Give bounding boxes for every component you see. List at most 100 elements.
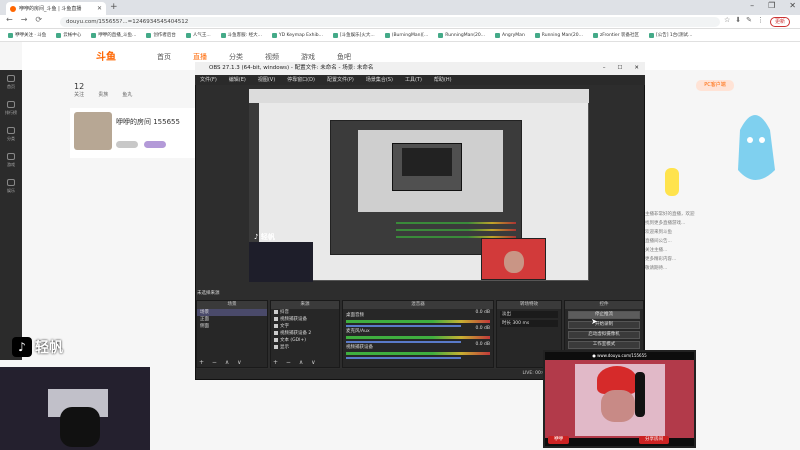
sidebar-item-fun[interactable]: 娱乐 <box>0 174 22 200</box>
new-tab-button[interactable]: + <box>110 2 118 12</box>
rank-icon <box>7 101 15 108</box>
nav-yuba[interactable]: 鱼吧 <box>337 52 351 62</box>
bookmark-item[interactable]: 斗鱼客服: 经大... <box>220 32 262 38</box>
pc-client-button[interactable]: PC客户端 <box>696 80 734 91</box>
bookmark-icon <box>146 32 152 38</box>
scenes-panel: 场景 场景 正面 侧面 + − ∧ ∨ <box>196 300 268 368</box>
bookmark-item[interactable]: 人气王... <box>185 32 211 38</box>
transition-duration-input[interactable]: 时长 300 ms <box>500 320 558 327</box>
menu-tools[interactable]: 工具(T) <box>405 75 422 85</box>
stat-noble[interactable]: ​贵族 <box>98 82 108 98</box>
bookmark-item[interactable]: 咿咿关注 · 斗鱼 <box>8 32 46 38</box>
obs-close-button[interactable]: ✕ <box>634 62 639 75</box>
bookmark-item[interactable]: (BurningMan)[... <box>384 32 428 38</box>
browser-tab[interactable]: 咿咿的房间_斗鱼 | 斗鱼直播 ✕ <box>6 2 106 15</box>
bookmark-item[interactable]: zFrontier 装备社区 <box>592 32 639 38</box>
menu-docks[interactable]: 停靠窗口(D) <box>287 75 315 85</box>
forward-button[interactable]: → <box>21 15 28 24</box>
stat-follow[interactable]: 12 关注 <box>74 82 84 98</box>
source-item[interactable]: 文字 <box>271 323 339 330</box>
mixer-channel: 桌面音频 0.0 dB <box>343 309 493 327</box>
stat-fishball[interactable]: ​鱼丸 <box>122 82 132 98</box>
webcam-overlay-right: ● www.douyu.com/155655 <box>543 350 696 448</box>
obs-minimize-button[interactable]: – <box>603 62 606 75</box>
nested-meter <box>396 229 516 231</box>
room-name: 咿咿的房间 155655 <box>116 118 180 126</box>
update-button[interactable]: 更新 <box>770 17 790 27</box>
bookmark-item[interactable]: [斗鱼娱乐]火大... <box>332 32 375 38</box>
room-tag-level[interactable] <box>144 141 166 148</box>
bookmark-item[interactable]: [公告] 1台(测试... <box>648 32 692 38</box>
sidebar-item-rank[interactable]: 排行榜 <box>0 96 22 122</box>
streamer-avatar[interactable] <box>74 112 112 150</box>
url-input[interactable]: douyu.com/155655?...=1246934545404512 <box>60 17 720 27</box>
bookmark-item[interactable]: RunningMan(20... <box>438 32 485 38</box>
menu-file[interactable]: 文件(F) <box>200 75 217 85</box>
start-recording-button[interactable]: 开始录制 <box>568 321 640 329</box>
tab-close-icon[interactable]: ✕ <box>97 5 102 12</box>
menu-icon[interactable]: ⋮ <box>757 16 764 24</box>
webcam-overlay-left <box>0 367 150 450</box>
start-virtual-camera-button[interactable]: 启动虚拟摄像机 <box>568 331 640 339</box>
bookmark-item[interactable]: YD Keymap Exhib... <box>271 32 323 38</box>
source-type-icon <box>274 309 278 314</box>
bookmark-item[interactable]: AngryMan <box>495 32 525 38</box>
volume-meter <box>346 336 490 339</box>
share-room-tag[interactable]: 分享房间 <box>639 436 669 444</box>
tiktok-watermark: ♪ 轻帆 <box>12 337 63 357</box>
nav-home[interactable]: 首页 <box>157 52 171 62</box>
close-button[interactable]: ✕ <box>789 1 796 10</box>
bookmark-item[interactable]: Running Man(20... <box>534 32 583 38</box>
scene-item[interactable]: 正面 <box>197 316 267 323</box>
edit-icon[interactable]: ✎ <box>746 16 752 24</box>
bookmark-item[interactable]: 咿咿的直播_斗鱼... <box>91 32 136 38</box>
back-button[interactable]: ← <box>6 15 13 24</box>
stop-streaming-button[interactable]: 停止推流 <box>568 311 640 319</box>
scenes-toolbar[interactable]: + − ∧ ∨ <box>199 359 245 366</box>
obs-maximize-button[interactable]: ☐ <box>617 62 622 75</box>
cam-top-bar: ● www.douyu.com/155655 <box>545 352 694 360</box>
scene-item[interactable]: 场景 <box>197 309 267 316</box>
bookmark-item[interactable]: 云帐中心 <box>56 32 81 38</box>
no-source-selected-label: 未选择来源 <box>197 291 220 296</box>
nav-video[interactable]: 视频 <box>265 52 279 62</box>
bookmark-star-icon[interactable]: ☆ <box>724 16 730 24</box>
nav-category[interactable]: 分类 <box>229 52 243 62</box>
nav-live[interactable]: 直播 <box>193 52 207 62</box>
menu-scene-collection[interactable]: 场景集合(S) <box>366 75 393 85</box>
bookmark-icon <box>91 32 97 38</box>
sidebar-item-category[interactable]: 分类 <box>0 122 22 148</box>
bookmark-icon <box>495 32 500 38</box>
bookmark-icon <box>8 32 13 38</box>
menu-view[interactable]: 视图(V) <box>258 75 275 85</box>
bookmark-item[interactable]: 创作者后台 <box>146 32 176 38</box>
source-item[interactable]: 视频捕获设备 2 <box>271 330 339 337</box>
transition-type-select[interactable]: 淡出 <box>500 311 558 318</box>
maximize-button[interactable]: ❐ <box>768 1 775 10</box>
sidebar-item-game[interactable]: 游戏 <box>0 148 22 174</box>
menu-edit[interactable]: 编辑(E) <box>229 75 246 85</box>
room-tag[interactable] <box>116 141 138 148</box>
sources-toolbar[interactable]: + − ∧ ∨ <box>273 359 319 366</box>
studio-mode-button[interactable]: 工作室模式 <box>568 341 640 349</box>
reload-button[interactable]: ⟳ <box>35 15 42 24</box>
text-icon <box>274 337 278 342</box>
scene-item[interactable]: 侧面 <box>197 323 267 330</box>
sidebar-item-home[interactable]: 首页 <box>0 70 22 96</box>
download-icon[interactable]: ⬇ <box>735 16 741 24</box>
nav-game[interactable]: 游戏 <box>301 52 315 62</box>
camera-icon <box>274 316 278 321</box>
nested-dark-preview <box>402 148 452 176</box>
source-item[interactable]: 视频捕获设备 <box>271 316 339 323</box>
menu-help[interactable]: 帮助(H) <box>434 75 452 85</box>
webcam-face <box>504 251 524 273</box>
volume-slider[interactable] <box>346 357 462 359</box>
source-item[interactable]: 文本 (GDI+) <box>271 337 339 344</box>
channel-name: 视频捕获设备 <box>346 345 373 350</box>
source-item[interactable]: 抖音 <box>271 309 339 316</box>
source-item[interactable]: 显示 <box>271 344 339 351</box>
menu-profile[interactable]: 配置文件(P) <box>327 75 354 85</box>
mixer-channel: 麦克风/Aux 0.0 dB <box>343 325 493 343</box>
douyu-logo[interactable]: 斗鱼 <box>96 48 116 63</box>
minimize-button[interactable]: – <box>750 1 754 10</box>
